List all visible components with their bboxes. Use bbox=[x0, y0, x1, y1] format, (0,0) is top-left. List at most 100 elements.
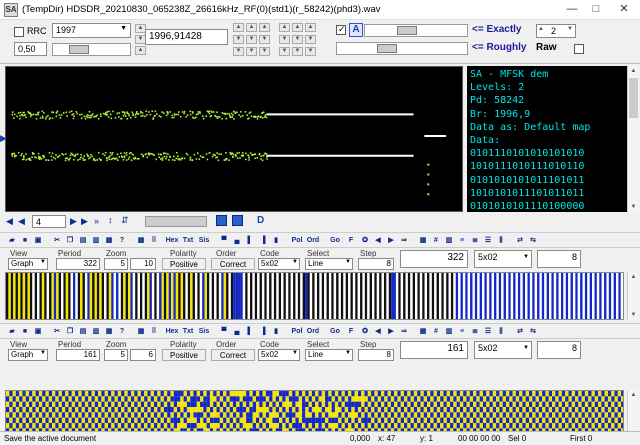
down-icon[interactable]: ▼ bbox=[233, 35, 244, 44]
down-icon[interactable]: ▼ bbox=[628, 202, 639, 212]
swap-icon[interactable]: ⇄ bbox=[514, 235, 526, 246]
info-scrollbar[interactable]: ▲ ▼ bbox=[627, 66, 639, 212]
down-icon[interactable]: ▼ bbox=[246, 35, 257, 44]
view-b-icon[interactable]: ▄ bbox=[231, 326, 243, 337]
align-left-icon[interactable]: ≡ bbox=[456, 235, 468, 246]
maximize-icon[interactable]: □ bbox=[586, 1, 606, 18]
preview-icon[interactable]: ▦ bbox=[103, 235, 115, 246]
zoom-field-b[interactable]: 6 bbox=[130, 349, 156, 361]
split-icon[interactable]: ⫼ bbox=[495, 326, 507, 337]
grid-icon[interactable]: ▦ bbox=[135, 326, 147, 337]
raw-checkbox[interactable] bbox=[574, 44, 584, 54]
view-b-icon[interactable]: ▄ bbox=[231, 235, 243, 246]
polarity-button[interactable]: Positive bbox=[162, 258, 206, 270]
a-button[interactable]: A bbox=[349, 23, 363, 37]
roughly-link[interactable]: <= Roughly bbox=[472, 42, 526, 53]
up-icon[interactable]: ▲ bbox=[259, 23, 270, 32]
pol-button[interactable]: Pol bbox=[289, 326, 305, 337]
bin-button[interactable]: ⠿ bbox=[148, 326, 160, 337]
right-field[interactable]: 8 bbox=[537, 341, 581, 359]
rough-slider[interactable] bbox=[336, 42, 468, 55]
help-icon[interactable]: ? bbox=[116, 235, 128, 246]
right-field[interactable]: 8 bbox=[537, 250, 581, 268]
txt-button[interactable]: Txt bbox=[180, 326, 196, 337]
up-icon[interactable]: ▲ bbox=[538, 26, 546, 32]
format-select[interactable]: 5x02 ▼ bbox=[474, 341, 532, 359]
columns-icon[interactable]: ▥ bbox=[443, 235, 455, 246]
select-select[interactable]: Line ▼ bbox=[305, 349, 353, 361]
find-icon[interactable]: ✪ bbox=[359, 326, 371, 337]
code-select[interactable]: 5x02 ▼ bbox=[258, 258, 300, 270]
up-icon[interactable]: ▲ bbox=[279, 23, 290, 32]
f-button[interactable]: F bbox=[343, 235, 359, 246]
open-icon[interactable]: ▰ bbox=[6, 326, 18, 337]
zoom-field-a[interactable]: 5 bbox=[104, 349, 128, 361]
help-icon[interactable]: ? bbox=[116, 326, 128, 337]
count-spinner[interactable]: ▲ 2 ▼ bbox=[536, 24, 576, 38]
slider-thumb[interactable] bbox=[377, 44, 397, 53]
save-icon[interactable] bbox=[216, 215, 227, 226]
step-field[interactable]: 8 bbox=[358, 258, 394, 270]
table-icon[interactable]: ▦ bbox=[417, 235, 429, 246]
arrow-icon[interactable]: ⇒ bbox=[398, 235, 410, 246]
cut-icon[interactable]: ✂ bbox=[51, 326, 63, 337]
view-c-icon[interactable]: ▌ bbox=[244, 326, 256, 337]
down-icon[interactable]: ▼ bbox=[628, 310, 639, 320]
up-icon[interactable]: ▲ bbox=[628, 272, 639, 282]
order-button[interactable]: Correct bbox=[211, 258, 255, 270]
scroll-thumb[interactable] bbox=[629, 78, 638, 118]
view-a-icon[interactable]: ▀ bbox=[218, 326, 230, 337]
columns-icon[interactable]: ▥ bbox=[443, 326, 455, 337]
rate-field[interactable]: 1996,91428 bbox=[145, 29, 228, 45]
save-icon[interactable]: ■ bbox=[19, 326, 31, 337]
view-select[interactable]: Graph ▼ bbox=[8, 258, 48, 270]
copy-icon[interactable]: ❐ bbox=[64, 326, 76, 337]
forward-icon[interactable]: » bbox=[94, 216, 99, 226]
slider-thumb[interactable] bbox=[69, 45, 89, 54]
f-button[interactable]: F bbox=[343, 326, 359, 337]
go-button[interactable]: Go bbox=[327, 235, 343, 246]
copy-icon[interactable]: ❐ bbox=[64, 235, 76, 246]
down-icon[interactable]: ▼ bbox=[279, 47, 290, 56]
up-icon[interactable]: ▲ bbox=[305, 23, 316, 32]
down-icon[interactable]: ▼ bbox=[259, 35, 270, 44]
down-icon[interactable]: ▼ bbox=[292, 47, 303, 56]
arrow-icon[interactable]: ⇒ bbox=[398, 326, 410, 337]
minimize-icon[interactable]: — bbox=[562, 1, 582, 18]
up-icon[interactable]: ▲ bbox=[628, 66, 639, 76]
rrc-checkbox[interactable] bbox=[14, 27, 24, 37]
ord-button[interactable]: Ord bbox=[305, 326, 321, 337]
swap-back-icon[interactable]: ⇆ bbox=[527, 235, 539, 246]
save-icon[interactable]: ■ bbox=[19, 235, 31, 246]
sis-button[interactable]: Sis bbox=[196, 326, 212, 337]
print-icon[interactable]: ▥ bbox=[90, 235, 102, 246]
step-field[interactable]: 8 bbox=[358, 349, 394, 361]
ord-button[interactable]: Ord bbox=[305, 235, 321, 246]
down-icon[interactable]: ▼ bbox=[233, 47, 244, 56]
bin-button[interactable]: ⠿ bbox=[148, 235, 160, 246]
last-icon[interactable]: ▶ bbox=[81, 216, 88, 227]
period-field[interactable]: 161 bbox=[56, 349, 100, 361]
forward-icon[interactable]: ▶ bbox=[385, 326, 397, 337]
polarity-button[interactable]: Positive bbox=[162, 349, 206, 361]
view-select[interactable]: Graph ▼ bbox=[8, 349, 48, 361]
hex-button[interactable]: Hex bbox=[164, 326, 180, 337]
align-center-icon[interactable]: ≣ bbox=[469, 326, 481, 337]
exact-slider[interactable] bbox=[364, 24, 468, 37]
expand-icon[interactable]: ↕ bbox=[108, 215, 113, 225]
period-field[interactable]: 322 bbox=[56, 258, 100, 270]
paste-icon[interactable]: ▤ bbox=[77, 235, 89, 246]
strip1-scrollbar[interactable]: ▲ ▼ bbox=[627, 272, 639, 320]
view-e-icon[interactable]: ▮ bbox=[270, 326, 282, 337]
up-icon[interactable]: ▲ bbox=[135, 46, 146, 55]
exactly-link[interactable]: <= Exactly bbox=[472, 24, 521, 35]
page-field[interactable]: 4 bbox=[32, 215, 66, 228]
up-icon[interactable]: ▲ bbox=[246, 23, 257, 32]
code-select[interactable]: 5x02 ▼ bbox=[258, 349, 300, 361]
txt-button[interactable]: Txt bbox=[180, 235, 196, 246]
prev-icon[interactable]: ◀ bbox=[6, 216, 13, 227]
down-icon[interactable]: ▼ bbox=[246, 47, 257, 56]
swap-back-icon[interactable]: ⇆ bbox=[527, 326, 539, 337]
down-icon[interactable]: ▼ bbox=[305, 47, 316, 56]
grid-icon[interactable]: ▦ bbox=[135, 235, 147, 246]
